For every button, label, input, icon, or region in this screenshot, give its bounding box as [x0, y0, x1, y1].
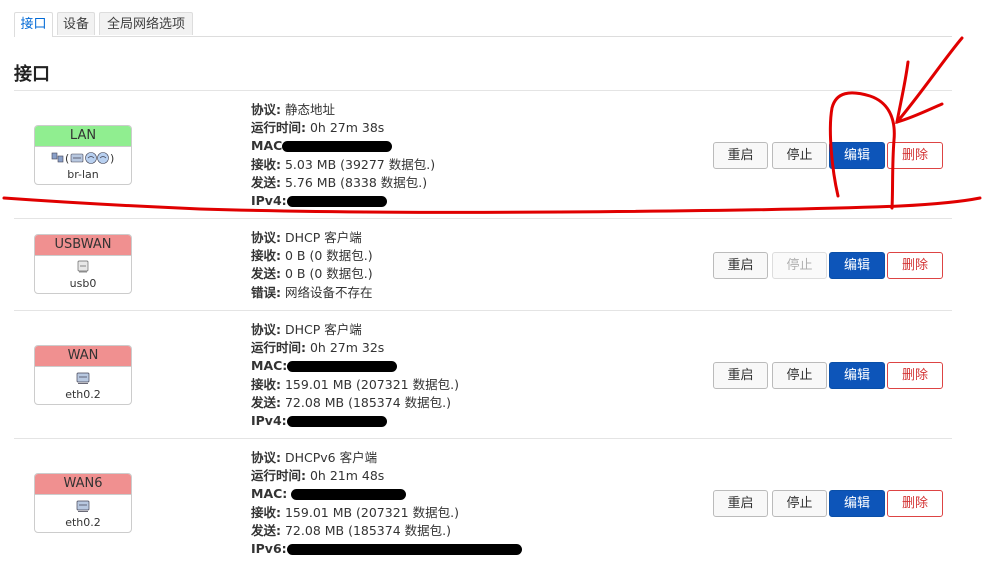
- tx-value: 0 B (0 数据包.): [284, 266, 373, 282]
- tx-value: 5.76 MB (8338 数据包.): [284, 174, 428, 190]
- interface-name: WAN6: [35, 474, 131, 495]
- mac-label: MAC:: [251, 358, 288, 374]
- interface-name: WAN: [35, 346, 131, 367]
- interface-row-usbwan: USBWAN usb0 协议: DHCP 客户端 接收: 0 B (0 数据包.…: [14, 218, 952, 311]
- svg-text:): ): [110, 152, 114, 165]
- rx-label: 接收:: [251, 504, 281, 520]
- stop-button[interactable]: 停止: [772, 252, 827, 279]
- interface-info: 协议: DHCP 客户端 接收: 0 B (0 数据包.) 发送: 0 B (0…: [251, 229, 373, 302]
- tab-devices[interactable]: 设备: [57, 12, 95, 35]
- section-title: 接口: [14, 64, 50, 85]
- disconnected-port-icon: [77, 260, 89, 273]
- ipv4-label: IPv4:: [251, 413, 287, 429]
- tx-label: 发送:: [251, 266, 281, 282]
- ipv6-label: IPv6:: [251, 541, 287, 557]
- rx-label: 接收:: [251, 248, 281, 264]
- edit-button[interactable]: 编辑: [829, 252, 885, 279]
- mac-label: MAC: [251, 138, 283, 154]
- interface-badge-lan: LAN () br-lan: [34, 125, 132, 185]
- interface-info: 协议: DHCP 客户端 运行时间: 0h 27m 32s MAC: 接收: 1…: [251, 321, 459, 430]
- protocol-label: 协议:: [251, 450, 281, 465]
- tx-label: 发送:: [251, 394, 281, 410]
- ethernet-port-icon: [76, 500, 90, 512]
- rx-label: 接收:: [251, 376, 281, 392]
- bridge-icons: ( ): [35, 150, 131, 168]
- interface-info: 协议: 静态地址 运行时间: 0h 27m 38s MAC 接收: 5.03 M…: [251, 101, 435, 210]
- svg-text:(: (: [65, 152, 69, 165]
- protocol-value: 静态地址: [284, 102, 335, 117]
- interface-badge-usbwan: USBWAN usb0: [34, 234, 132, 294]
- interface-info: 协议: DHCPv6 客户端 运行时间: 0h 21m 48s MAC: 接收:…: [251, 449, 522, 558]
- rx-value: 5.03 MB (39277 数据包.): [284, 156, 436, 172]
- protocol-value: DHCPv6 客户端: [284, 450, 378, 465]
- tx-value: 72.08 MB (185374 数据包.): [284, 394, 451, 410]
- redaction-mark: [286, 416, 387, 428]
- ipv4-label: IPv4:: [251, 193, 287, 209]
- restart-button[interactable]: 重启: [713, 142, 768, 169]
- ethernet-port-icon: [70, 153, 84, 163]
- stop-button[interactable]: 停止: [772, 490, 827, 517]
- uptime-value: 0h 21m 48s: [309, 468, 385, 484]
- delete-button[interactable]: 删除: [887, 362, 943, 389]
- interface-row-wan6: WAN6 eth0.2 协议: DHCPv6 客户端 运行时间: 0h 21m …: [14, 438, 952, 575]
- interface-row-wan: WAN eth0.2 协议: DHCP 客户端 运行时间: 0h 27m 32s…: [14, 310, 952, 439]
- protocol-label: 协议:: [251, 102, 281, 117]
- edit-button[interactable]: 编辑: [829, 142, 885, 169]
- protocol-label: 协议:: [251, 322, 281, 337]
- redaction-mark: [286, 544, 522, 556]
- restart-button[interactable]: 重启: [713, 490, 768, 517]
- protocol-value: DHCP 客户端: [284, 230, 362, 245]
- rx-value: 159.01 MB (207321 数据包.): [284, 376, 459, 392]
- edit-button[interactable]: 编辑: [829, 490, 885, 517]
- restart-button[interactable]: 重启: [713, 362, 768, 389]
- redaction-mark: [286, 196, 387, 208]
- device-name: br-lan: [67, 168, 99, 181]
- interface-name: LAN: [35, 126, 131, 147]
- interface-row-lan: LAN () br-lan 协议: 静态地址 运行时间: 0h 27m 38s…: [14, 90, 952, 211]
- error-value: 网络设备不存在: [284, 284, 373, 300]
- protocol-label: 协议:: [251, 230, 281, 245]
- rx-label: 接收:: [251, 156, 281, 172]
- interface-name: USBWAN: [35, 235, 131, 256]
- edit-button[interactable]: 编辑: [829, 362, 885, 389]
- restart-button[interactable]: 重启: [713, 252, 768, 279]
- stop-button[interactable]: 停止: [772, 142, 827, 169]
- tx-label: 发送:: [251, 522, 281, 538]
- rx-value: 0 B (0 数据包.): [284, 248, 373, 264]
- device-icons: [35, 370, 131, 388]
- uptime-label: 运行时间:: [251, 120, 306, 136]
- delete-button[interactable]: 删除: [887, 252, 943, 279]
- tab-interfaces[interactable]: 接口: [14, 12, 53, 37]
- delete-button[interactable]: 删除: [887, 142, 943, 169]
- redaction-mark: [291, 489, 407, 501]
- redaction-mark: [282, 141, 393, 153]
- uptime-label: 运行时间:: [251, 340, 306, 356]
- device-icons: [35, 498, 131, 516]
- tab-global-network-options[interactable]: 全局网络选项: [99, 12, 193, 35]
- uptime-label: 运行时间:: [251, 468, 306, 484]
- uptime-value: 0h 27m 32s: [309, 340, 385, 356]
- uptime-value: 0h 27m 38s: [309, 120, 385, 136]
- rx-value: 159.01 MB (207321 数据包.): [284, 504, 459, 520]
- tab-bar: 接口 设备 全局网络选项: [14, 12, 952, 37]
- interface-badge-wan: WAN eth0.2: [34, 345, 132, 405]
- wifi-icon: [85, 152, 97, 164]
- device-name: eth0.2: [65, 516, 101, 529]
- device-name: usb0: [69, 277, 97, 290]
- error-label: 错误:: [251, 284, 281, 300]
- redaction-mark: [287, 361, 398, 373]
- bridge-icon: [51, 152, 64, 163]
- device-icons: [35, 259, 131, 277]
- delete-button[interactable]: 删除: [887, 490, 943, 517]
- stop-button[interactable]: 停止: [772, 362, 827, 389]
- wifi-icon: [97, 152, 109, 164]
- protocol-value: DHCP 客户端: [284, 322, 362, 337]
- mac-label: MAC:: [251, 486, 288, 502]
- ethernet-port-icon: [76, 372, 90, 384]
- page: 接口 设备 全局网络选项 接口 LAN () br-lan 协议: 静态地址 …: [0, 0, 984, 575]
- interface-badge-wan6: WAN6 eth0.2: [34, 473, 132, 533]
- tx-label: 发送:: [251, 174, 281, 190]
- device-name: eth0.2: [65, 388, 101, 401]
- tx-value: 72.08 MB (185374 数据包.): [284, 522, 451, 538]
